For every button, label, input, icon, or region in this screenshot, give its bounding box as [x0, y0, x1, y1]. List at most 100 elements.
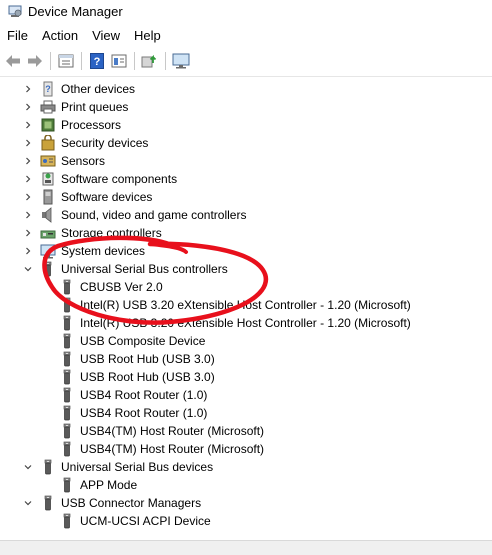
tree-device[interactable]: USB Root Hub (USB 3.0): [0, 350, 492, 368]
chevron-right-icon[interactable]: [23, 228, 33, 238]
security-device-icon: [40, 134, 56, 151]
usb-icon: [40, 261, 56, 277]
tree-device[interactable]: APP Mode: [0, 476, 492, 494]
usb-icon: [59, 351, 75, 367]
tree-item-label: USB Composite Device: [80, 334, 206, 348]
tree-category[interactable]: Print queues: [0, 98, 492, 116]
tree-category[interactable]: Universal Serial Bus controllers: [0, 260, 492, 278]
chevron-right-icon[interactable]: [23, 174, 33, 184]
usb-icon: [40, 459, 56, 475]
usb-icon: [40, 495, 56, 511]
tree-item-label: USB4 Root Router (1.0): [80, 406, 208, 420]
chevron-down-icon[interactable]: [23, 498, 33, 508]
software-component-icon: [40, 171, 56, 187]
svg-text:?: ?: [45, 84, 51, 94]
tree-device[interactable]: Intel(R) USB 3.20 eXtensible Host Contro…: [0, 296, 492, 314]
tree-device[interactable]: USB4 Root Router (1.0): [0, 386, 492, 404]
chevron-right-icon[interactable]: [23, 246, 33, 256]
tree-device[interactable]: Intel(R) USB 3.20 eXtensible Host Contro…: [0, 314, 492, 332]
tree-device[interactable]: CBUSB Ver 2.0: [0, 278, 492, 296]
chevron-right-icon[interactable]: [23, 156, 33, 166]
menu-bar: File Action View Help: [0, 26, 168, 46]
tree-item-label: Other devices: [61, 82, 136, 96]
tree-category[interactable]: Security devices: [0, 134, 492, 152]
tree-item-label: System devices: [61, 244, 146, 258]
tree-device[interactable]: USB Root Hub (USB 3.0): [0, 368, 492, 386]
window-title: Device Manager: [28, 3, 123, 19]
tree-item-label: Processors: [61, 118, 122, 132]
chevron-right-icon[interactable]: [23, 102, 33, 112]
software-device-icon: [40, 189, 56, 205]
printer-icon: [40, 99, 56, 115]
chevron-down-icon[interactable]: [23, 264, 33, 274]
chevron-right-icon[interactable]: [23, 120, 33, 130]
tree-category[interactable]: Software components: [0, 170, 492, 188]
properties-icon[interactable]: [55, 50, 77, 72]
tree-item-label: CBUSB Ver 2.0: [80, 280, 163, 294]
toolbar-separator: [81, 52, 82, 70]
tree-category[interactable]: USB Connector Managers: [0, 494, 492, 512]
chevron-right-icon[interactable]: [23, 192, 33, 202]
tree-category[interactable]: Sensors: [0, 152, 492, 170]
title-bar: Device Manager: [0, 0, 492, 22]
tree-device[interactable]: USB4(TM) Host Router (Microsoft): [0, 440, 492, 458]
usb-icon: [59, 315, 75, 331]
view-icon[interactable]: [108, 50, 130, 72]
menu-view[interactable]: View: [85, 26, 127, 46]
tree-device[interactable]: USB4 Root Router (1.0): [0, 404, 492, 422]
tree-category[interactable]: System devices: [0, 242, 492, 260]
tree-category[interactable]: Universal Serial Bus devices: [0, 458, 492, 476]
toolbar-separator: [134, 52, 135, 70]
tree-item-label: USB4(TM) Host Router (Microsoft): [80, 424, 265, 438]
tree-device[interactable]: USB Composite Device: [0, 332, 492, 350]
tree-device[interactable]: USB4(TM) Host Router (Microsoft): [0, 422, 492, 440]
help-icon[interactable]: ?: [86, 50, 108, 72]
tree-category[interactable]: Storage controllers: [0, 224, 492, 242]
tree-item-label: USB4(TM) Host Router (Microsoft): [80, 442, 265, 456]
menu-file[interactable]: File: [0, 26, 35, 46]
chevron-right-icon[interactable]: [23, 210, 33, 220]
other-devices-icon: ?: [40, 81, 56, 97]
usb-icon: [59, 333, 75, 349]
storage-controller-icon: [40, 225, 56, 241]
usb-icon: [59, 279, 75, 295]
tree-item-label: Security devices: [61, 136, 149, 150]
menu-help[interactable]: Help: [127, 26, 168, 46]
tree-category[interactable]: Sound, video and game controllers: [0, 206, 492, 224]
tree-item-label: Software components: [61, 172, 178, 186]
tree-device[interactable]: UCM-UCSI ACPI Device: [0, 512, 492, 530]
tree-item-label: Sound, video and game controllers: [61, 208, 247, 222]
tree-category[interactable]: Processors: [0, 116, 492, 134]
usb-icon: [59, 369, 75, 385]
tree-item-label: USB Root Hub (USB 3.0): [80, 352, 215, 366]
tree-item-label: UCM-UCSI ACPI Device: [80, 514, 211, 528]
chevron-down-icon[interactable]: [23, 462, 33, 472]
menu-action[interactable]: Action: [35, 26, 85, 46]
tree-item-label: Intel(R) USB 3.20 eXtensible Host Contro…: [80, 298, 411, 312]
usb-icon: [59, 387, 75, 403]
back-icon[interactable]: [2, 50, 24, 72]
forward-icon[interactable]: [24, 50, 46, 72]
usb-icon: [59, 477, 75, 493]
tree-category[interactable]: Software devices: [0, 188, 492, 206]
usb-icon: [59, 423, 75, 439]
tree-item-label: Storage controllers: [61, 226, 162, 240]
usb-icon: [59, 513, 75, 529]
tree-item-label: USB4 Root Router (1.0): [80, 388, 208, 402]
svg-text:?: ?: [94, 56, 101, 68]
tree-item-label: Intel(R) USB 3.20 eXtensible Host Contro…: [80, 316, 411, 330]
update-driver-icon[interactable]: [139, 50, 161, 72]
tree-item-label: APP Mode: [80, 478, 138, 492]
tree-item-label: Universal Serial Bus controllers: [61, 262, 228, 276]
monitor-icon[interactable]: [170, 50, 192, 72]
usb-icon: [59, 441, 75, 457]
usb-icon: [59, 405, 75, 421]
usb-icon: [59, 297, 75, 313]
toolbar: ?: [0, 48, 492, 74]
tree-item-label: Software devices: [61, 190, 153, 204]
tree-item-label: USB Root Hub (USB 3.0): [80, 370, 215, 384]
chevron-right-icon[interactable]: [23, 138, 33, 148]
chevron-right-icon[interactable]: [23, 84, 33, 94]
tree-category[interactable]: ? Other devices: [0, 80, 492, 98]
toolbar-separator: [50, 52, 51, 70]
